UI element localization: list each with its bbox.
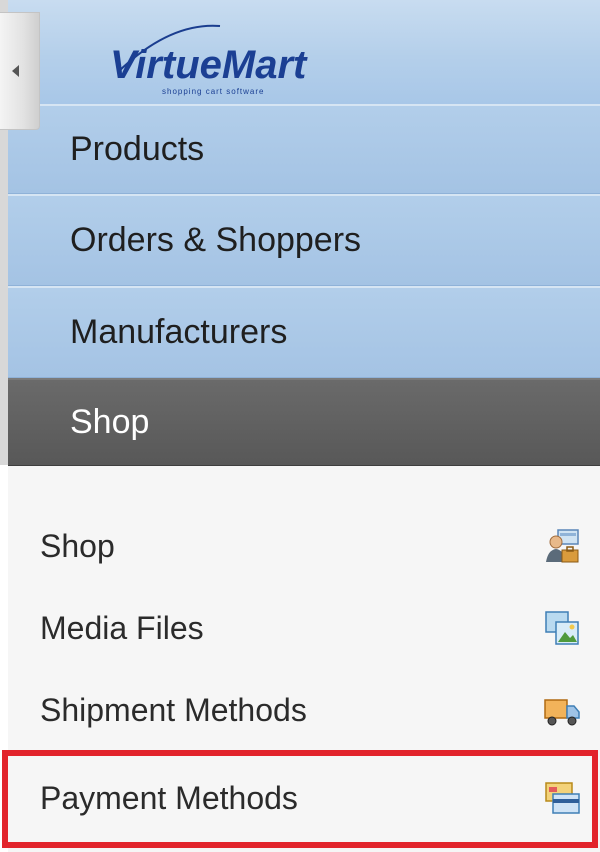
submenu-item-label: Shop xyxy=(40,527,115,564)
virtuemart-logo[interactable]: VirtueMart shopping cart software xyxy=(100,20,350,100)
nav-item-label: Products xyxy=(70,130,205,168)
submenu-item-shop[interactable]: Shop xyxy=(8,506,600,586)
chevron-left-icon xyxy=(12,65,19,77)
nav-item-manufacturers[interactable]: Manufacturers xyxy=(8,286,600,378)
logo-bar: VirtueMart shopping cart software xyxy=(8,0,600,104)
submenu-item-media-files[interactable]: Media Files xyxy=(8,588,600,668)
submenu-item-label: Shipment Methods xyxy=(40,691,307,728)
submenu-item-shipment-methods[interactable]: Shipment Methods xyxy=(8,670,600,750)
nav-item-orders-shoppers[interactable]: Orders & Shoppers xyxy=(8,194,600,286)
nav-item-label: Orders & Shoppers xyxy=(70,221,362,259)
shop-person-icon xyxy=(546,529,579,563)
truck-icon xyxy=(544,699,580,726)
media-files-icon xyxy=(545,611,579,645)
logo-tagline: shopping cart software xyxy=(162,87,265,96)
nav-item-label: Shop xyxy=(70,403,150,441)
payment-methods-highlight-box xyxy=(2,750,598,848)
collapse-handle[interactable] xyxy=(0,12,40,130)
submenu-item-label: Media Files xyxy=(40,609,204,646)
nav-item-products[interactable]: Products xyxy=(8,104,600,194)
nav-item-shop[interactable]: Shop xyxy=(8,378,600,466)
nav-item-label: Manufacturers xyxy=(70,313,288,351)
logo-text: VirtueMart xyxy=(110,43,308,87)
